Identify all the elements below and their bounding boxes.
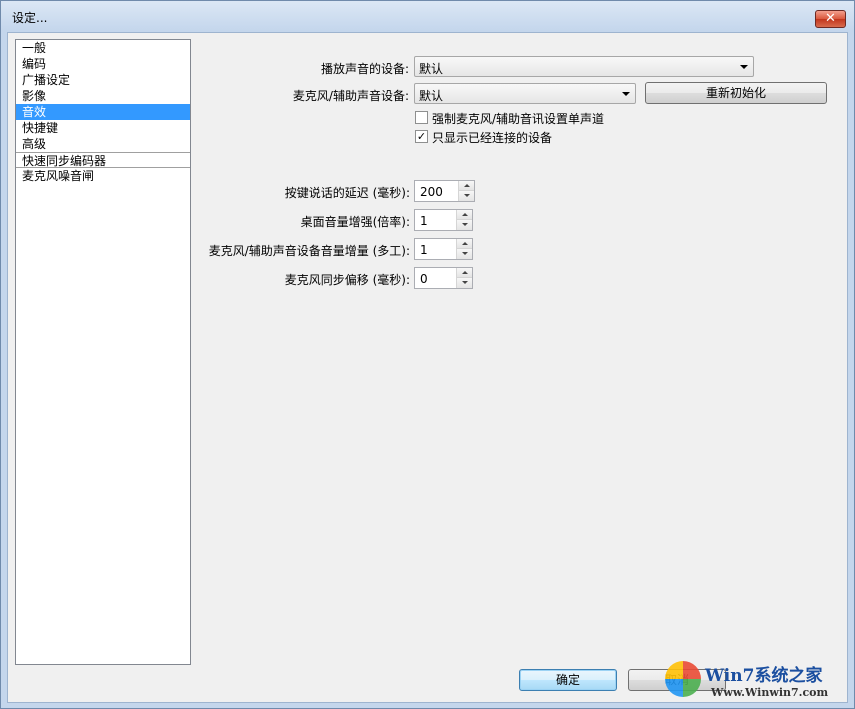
settings-category-list: 一般 编码 广播设定 影像 音效 快捷键 高级 快速同步编码器 麦克风噪音闸 <box>15 39 191 665</box>
sidebar-item-general[interactable]: 一般 <box>16 40 190 56</box>
chevron-down-icon <box>622 92 630 96</box>
client-area: 一般 编码 广播设定 影像 音效 快捷键 高级 快速同步编码器 麦克风噪音闸 播… <box>7 32 848 703</box>
mic-offset-stepper[interactable]: 0 <box>414 267 473 289</box>
settings-window: 设定... ✕ 一般 编码 广播设定 影像 音效 快捷键 高级 快速同步编码器 … <box>0 0 855 709</box>
title-bar[interactable]: 设定... ✕ <box>1 1 854 31</box>
increment-button[interactable] <box>456 210 472 220</box>
sidebar-item-audio[interactable]: 音效 <box>16 104 190 120</box>
sidebar-item-encoding[interactable]: 编码 <box>16 56 190 72</box>
increment-button[interactable] <box>458 181 474 191</box>
mic-offset-value: 0 <box>420 272 428 286</box>
playback-device-value: 默认 <box>419 62 444 76</box>
mic-boost-label: 麦克风/辅助声音设备音量增量 (多工): <box>208 244 410 258</box>
playback-device-select[interactable]: 默认 <box>414 56 754 77</box>
chevron-down-icon <box>740 65 748 69</box>
mic-offset-label: 麦克风同步偏移 (毫秒): <box>284 273 410 287</box>
increment-button[interactable] <box>456 268 472 278</box>
force-mono-checkbox[interactable] <box>415 111 428 124</box>
ptt-delay-label: 按键说话的延迟 (毫秒): <box>284 186 410 200</box>
mic-device-select[interactable]: 默认 <box>414 83 636 104</box>
force-mono-label: 强制麦克风/辅助音讯设置单声道 <box>432 112 605 126</box>
decrement-button[interactable] <box>456 220 472 230</box>
mic-boost-value: 1 <box>420 243 428 257</box>
desktop-boost-label: 桌面音量增强(倍率): <box>300 215 410 229</box>
sidebar-item-quicksync[interactable]: 快速同步编码器 <box>16 152 190 168</box>
checkmark-icon: ✓ <box>416 130 427 143</box>
decrement-button[interactable] <box>456 278 472 288</box>
playback-device-label: 播放声音的设备: <box>320 62 409 76</box>
sidebar-item-broadcast[interactable]: 广播设定 <box>16 72 190 88</box>
ptt-delay-value: 200 <box>420 185 443 199</box>
watermark-text: Win7系统之家 <box>705 666 823 686</box>
increment-button[interactable] <box>456 239 472 249</box>
mic-device-label: 麦克风/辅助声音设备: <box>292 89 409 103</box>
sidebar-item-advanced[interactable]: 高级 <box>16 136 190 152</box>
show-connected-checkbox[interactable]: ✓ <box>415 130 428 143</box>
decrement-button[interactable] <box>456 249 472 259</box>
mic-device-value: 默认 <box>419 89 444 103</box>
ok-button[interactable]: 确定 <box>519 669 617 691</box>
watermark: Win7系统之家 Www.Winwin7.com <box>665 658 851 706</box>
decrement-button[interactable] <box>458 191 474 201</box>
window-title: 设定... <box>12 11 48 25</box>
desktop-boost-value: 1 <box>420 214 428 228</box>
windows-logo-icon <box>665 661 701 697</box>
mic-boost-stepper[interactable]: 1 <box>414 238 473 260</box>
close-icon: ✕ <box>825 11 836 26</box>
desktop-boost-stepper[interactable]: 1 <box>414 209 473 231</box>
reinitialize-button[interactable]: 重新初始化 <box>645 82 827 104</box>
watermark-url: Www.Winwin7.com <box>711 686 829 699</box>
close-button[interactable]: ✕ <box>815 10 846 28</box>
sidebar-item-hotkeys[interactable]: 快捷键 <box>16 120 190 136</box>
show-connected-label: 只显示已经连接的设备 <box>432 131 553 145</box>
sidebar-item-video[interactable]: 影像 <box>16 88 190 104</box>
sidebar-item-noise-gate[interactable]: 麦克风噪音闸 <box>16 168 190 184</box>
ptt-delay-stepper[interactable]: 200 <box>414 180 475 202</box>
